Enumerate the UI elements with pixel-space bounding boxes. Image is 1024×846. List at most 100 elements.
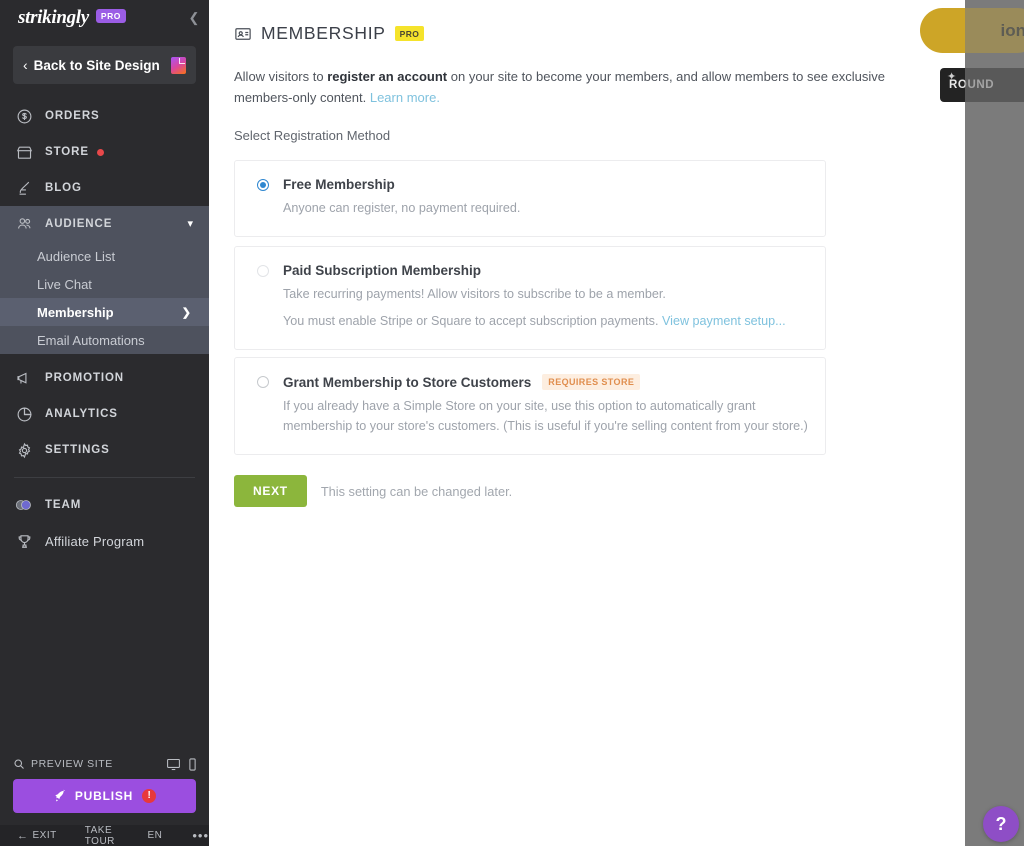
page-description: Allow visitors to register an account on…	[234, 66, 946, 108]
arrow-left-icon: ←	[17, 829, 29, 842]
sidebar-item-store[interactable]: STORE	[0, 134, 209, 170]
publish-alert-badge: !	[142, 789, 157, 803]
app-root: strikingly PRO ❮ ‹ Back to Site Design O…	[0, 0, 1024, 846]
sidebar-item-orders[interactable]: ORDERS	[0, 98, 209, 134]
sidebar-item-label: STORE	[45, 146, 89, 158]
sidebar-item-analytics[interactable]: ANALYTICS	[0, 396, 209, 432]
sidebar-item-label: TEAM	[45, 499, 82, 511]
sidebar-subitem-label: Audience List	[37, 248, 116, 264]
option-free-membership[interactable]: Free Membership Anyone can register, no …	[234, 160, 826, 237]
back-to-site-design-label: Back to Site Design	[33, 57, 160, 73]
next-note: This setting can be changed later.	[320, 483, 513, 499]
sidebar-item-label: PROMOTION	[45, 372, 125, 384]
dollar-circle-icon	[14, 106, 35, 127]
main-content: MEMBERSHIP PRO Allow visitors to registe…	[209, 0, 965, 846]
chevron-left-icon[interactable]: ❮	[187, 9, 201, 27]
view-payment-setup-link[interactable]: View payment setup...	[662, 314, 786, 328]
sidebar-nav: ORDERS STORE BLOG AUDIENCE ▾ Audience Li…	[0, 98, 209, 749]
sidebar-item-affiliate-program[interactable]: Affiliate Program	[0, 523, 209, 559]
sidebar-item-label: Affiliate Program	[45, 533, 145, 549]
sparkle-icon: ✦	[947, 71, 957, 83]
sidebar-divider	[14, 477, 195, 478]
sidebar-group-audience: AUDIENCE ▾ Audience List Live Chat Membe…	[0, 206, 209, 354]
sidebar-subitem-label: Email Automations	[37, 332, 145, 348]
back-to-site-design-button[interactable]: ‹ Back to Site Design	[13, 46, 196, 84]
option-description: Take recurring payments! Allow visitors …	[283, 287, 666, 301]
help-button[interactable]: ?	[983, 806, 1019, 842]
option-desc2-text: You must enable Stripe or Square to acce…	[283, 313, 662, 328]
option-description: If you already have a Simple Store on yo…	[283, 399, 808, 433]
option-title: Paid Subscription Membership	[283, 263, 482, 278]
pie-chart-icon	[14, 404, 35, 425]
sidebar-item-email-automations[interactable]: Email Automations	[0, 326, 209, 354]
sidebar-item-blog[interactable]: BLOG	[0, 170, 209, 206]
language-selector[interactable]: EN	[147, 830, 162, 841]
description-bold: register an account	[327, 69, 448, 84]
learn-more-link[interactable]: Learn more.	[370, 90, 440, 105]
people-icon	[14, 214, 35, 235]
brand-row: strikingly PRO ❮	[0, 0, 209, 36]
chevron-right-icon: ❯	[181, 306, 191, 319]
radio-free-membership[interactable]	[257, 178, 269, 191]
take-tour-button[interactable]: TAKE TOUR	[85, 825, 116, 846]
site-design-icon	[171, 56, 186, 74]
select-registration-method-label: Select Registration Method	[234, 128, 391, 144]
pro-badge: PRO	[394, 26, 425, 41]
sidebar-item-promotion[interactable]: PROMOTION	[0, 360, 209, 396]
sidebar-item-label: AUDIENCE	[45, 218, 113, 230]
sidebar-item-label: ORDERS	[45, 110, 100, 122]
option-paid-subscription-membership[interactable]: Paid Subscription Membership Take recurr…	[234, 246, 826, 350]
description-part1: Allow visitors to	[234, 69, 328, 84]
rocket-icon	[53, 789, 67, 803]
radio-paid-subscription[interactable]	[257, 264, 269, 277]
sidebar-subitem-label: Live Chat	[37, 276, 92, 292]
sidebar-item-live-chat[interactable]: Live Chat	[0, 270, 209, 298]
option-description: Anyone can register, no payment required…	[283, 201, 521, 215]
requires-store-badge: REQUIRES STORE	[542, 374, 641, 390]
chevron-left-icon: ‹	[23, 57, 28, 73]
sidebar-item-audience-list[interactable]: Audience List	[0, 242, 209, 270]
phone-icon[interactable]	[189, 757, 196, 771]
store-icon	[14, 142, 35, 163]
exit-button[interactable]: ← EXIT	[17, 830, 57, 842]
page-title: MEMBERSHIP	[261, 23, 386, 43]
preview-site-button[interactable]: PREVIEW SITE	[13, 749, 196, 779]
sidebar-item-label: ANALYTICS	[45, 408, 118, 420]
option-title: Grant Membership to Store Customers	[283, 374, 532, 390]
megaphone-icon	[14, 368, 35, 389]
sidebar-footer: ← EXIT TAKE TOUR EN •••	[0, 825, 209, 846]
monitor-icon[interactable]	[166, 758, 181, 771]
gear-icon	[14, 440, 35, 461]
brand-logo: strikingly	[18, 7, 89, 28]
page-header: MEMBERSHIP PRO	[209, 18, 965, 44]
sidebar-item-label: SETTINGS	[45, 444, 110, 456]
membership-card-icon	[234, 25, 252, 43]
sidebar-item-membership[interactable]: Membership ❯	[0, 298, 209, 326]
right-overlay-strip	[965, 0, 1024, 846]
sidebar-item-settings[interactable]: SETTINGS	[0, 432, 209, 468]
sidebar: strikingly PRO ❮ ‹ Back to Site Design O…	[0, 0, 209, 846]
option-title: Free Membership	[283, 177, 395, 192]
more-options-icon[interactable]: •••	[192, 829, 209, 842]
sidebar-item-audience[interactable]: AUDIENCE ▾	[0, 206, 209, 242]
next-button[interactable]: NEXT	[234, 475, 307, 507]
brand-pro-badge: PRO	[95, 9, 126, 23]
sidebar-item-team[interactable]: TEAM	[0, 487, 209, 523]
sidebar-subitem-label: Membership	[37, 304, 114, 320]
sidebar-bottom: PREVIEW SITE PUBLISH !	[0, 749, 209, 825]
store-notification-dot	[96, 148, 104, 156]
publish-label: PUBLISH	[74, 789, 134, 803]
search-icon	[13, 758, 25, 770]
partial-gold-button[interactable]: ion	[920, 8, 1024, 53]
option-description-secondary: You must enable Stripe or Square to acce…	[283, 312, 807, 332]
next-row: NEXT This setting can be changed later.	[234, 475, 512, 507]
preview-site-label: PREVIEW SITE	[31, 758, 113, 770]
radio-grant-store-membership[interactable]	[257, 376, 269, 388]
chevron-down-icon[interactable]: ▾	[187, 218, 193, 230]
option-grant-membership-store-customers[interactable]: Grant Membership to Store Customers REQU…	[234, 357, 826, 455]
pen-icon	[14, 178, 35, 199]
sidebar-item-label: BLOG	[45, 182, 82, 194]
team-avatars-icon	[14, 495, 35, 516]
trophy-icon	[14, 531, 35, 552]
publish-button[interactable]: PUBLISH !	[13, 779, 196, 813]
